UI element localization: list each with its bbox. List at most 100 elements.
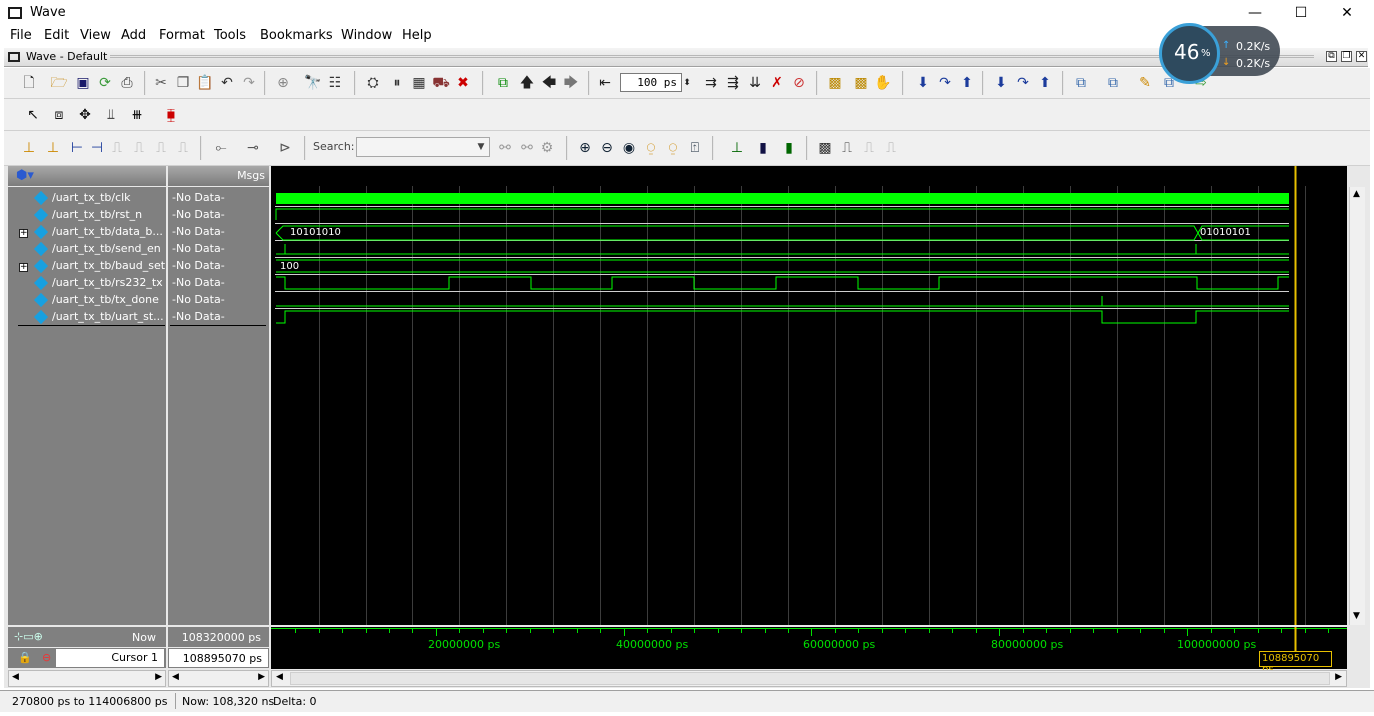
- run-length-spinner-icon[interactable]: ⬍: [682, 74, 692, 92]
- expand-icon[interactable]: +: [19, 263, 28, 272]
- scroll-up-icon[interactable]: ▲: [1353, 189, 1360, 199]
- signal-name[interactable]: /uart_tx_tb/uart_st...: [52, 308, 164, 325]
- pan-mode-icon[interactable]: ✥: [76, 106, 94, 124]
- scroll-right-icon[interactable]: ▶: [155, 672, 162, 682]
- step-into-icon[interactable]: ⬇: [914, 74, 932, 92]
- select-mode-icon[interactable]: ↖: [24, 106, 42, 124]
- next-edge-icon[interactable]: ⊣: [88, 139, 106, 157]
- zoom-cursor-icon[interactable]: ⍜: [642, 139, 660, 157]
- menu-tools[interactable]: Tools: [214, 28, 246, 43]
- find-next-icon[interactable]: ⊸: [244, 139, 262, 157]
- redo-icon[interactable]: ↷: [240, 74, 258, 92]
- search-dropdown-icon[interactable]: ▼: [474, 138, 488, 156]
- simulate-icon[interactable]: ⛭: [364, 74, 382, 92]
- scroll-right-icon[interactable]: ▶: [258, 672, 265, 682]
- run-length-field[interactable]: 100 ps: [620, 73, 682, 92]
- menu-help[interactable]: Help: [402, 28, 432, 43]
- menu-add[interactable]: Add: [121, 28, 146, 43]
- signal-name[interactable]: /uart_tx_tb/baud_set: [52, 257, 165, 274]
- expand-icon[interactable]: +: [19, 229, 28, 238]
- cut-icon[interactable]: ✂: [152, 74, 170, 92]
- cursor-name-box[interactable]: Cursor 1: [56, 649, 164, 667]
- search-down-icon[interactable]: ⚯: [518, 139, 536, 157]
- layout-2-icon[interactable]: ⧉: [1104, 74, 1122, 92]
- signal-name[interactable]: /uart_tx_tb/tx_done: [52, 291, 159, 308]
- signal-filter-icon[interactable]: ⬢▾: [16, 168, 34, 183]
- run-all-icon[interactable]: ⇊: [746, 74, 764, 92]
- zoom-out-icon[interactable]: ⊖: [598, 139, 616, 157]
- waveform-canvas[interactable]: [271, 166, 1347, 625]
- delete-cursor-icon[interactable]: ⊥: [44, 139, 62, 157]
- continue-icon[interactable]: ⇶: [724, 74, 742, 92]
- cursor-time-marker[interactable]: 108895070 ps: [1259, 651, 1332, 675]
- step-over-2-icon[interactable]: ↷: [1014, 74, 1032, 92]
- copy-icon[interactable]: ❐: [174, 74, 192, 92]
- close-button[interactable]: ✕: [1324, 0, 1370, 26]
- prev-rise-icon[interactable]: ⎍: [152, 139, 170, 157]
- scroll-down-icon[interactable]: ▼: [1353, 611, 1360, 621]
- new-file-icon[interactable]: 🗋: [20, 74, 38, 92]
- up-arrow-icon[interactable]: 🡅: [518, 74, 536, 92]
- scroll-left-icon[interactable]: ◀: [276, 672, 283, 682]
- subwindow-close-icon[interactable]: ✕: [1356, 51, 1367, 62]
- maximize-button[interactable]: ☐: [1278, 0, 1324, 26]
- scroll-left-icon[interactable]: ◀: [172, 672, 179, 682]
- next-fall-icon[interactable]: ⎍: [130, 139, 148, 157]
- prev-edge-icon[interactable]: ⊢: [68, 139, 86, 157]
- performance-icon[interactable]: ▩: [826, 74, 844, 92]
- end-sim-icon[interactable]: ✖: [454, 74, 472, 92]
- next-rise-icon[interactable]: ⎍: [174, 139, 192, 157]
- signal-name[interactable]: /uart_tx_tb/rst_n: [52, 206, 142, 223]
- search-binoculars-icon[interactable]: ⚯: [496, 139, 514, 157]
- msgs-hscrollbar[interactable]: ◀ ▶: [168, 670, 269, 687]
- cursor-row-value-cell[interactable]: 108895070 ps: [168, 648, 269, 668]
- find-icon[interactable]: 🔭: [304, 74, 322, 92]
- hand-icon[interactable]: ✋: [874, 74, 892, 92]
- step-out-2-icon[interactable]: ⬆: [1036, 74, 1054, 92]
- wave-style-4-icon[interactable]: ▩: [816, 139, 834, 157]
- format-icon[interactable]: ☷: [326, 74, 344, 92]
- menu-bookmarks[interactable]: Bookmarks: [260, 28, 333, 43]
- restart-icon[interactable]: ⇤: [596, 74, 614, 92]
- scroll-thumb[interactable]: [290, 672, 1330, 685]
- layout-1-icon[interactable]: ⧉: [1072, 74, 1090, 92]
- scroll-left-icon[interactable]: ◀: [12, 672, 19, 682]
- break-icon[interactable]: ⏸: [388, 74, 406, 92]
- wave-style-5-icon[interactable]: ⎍: [838, 139, 856, 157]
- search-settings-icon[interactable]: ⚙: [538, 139, 556, 157]
- run-icon-2[interactable]: ⇉: [702, 74, 720, 92]
- stoplight-icon[interactable]: ⧯: [162, 106, 180, 124]
- wave-style-2-icon[interactable]: ▮: [754, 139, 772, 157]
- signal-name[interactable]: /uart_tx_tb/data_b...: [52, 223, 163, 240]
- cursor-lock-icon[interactable]: 🔒: [18, 651, 32, 664]
- restore-icon[interactable]: ❐: [1341, 51, 1352, 62]
- edit-mode-icon[interactable]: ⫫: [102, 106, 120, 124]
- zoom-mode-icon[interactable]: ⧈: [50, 106, 68, 124]
- run-icon[interactable]: ⧉: [494, 74, 512, 92]
- find-options-icon[interactable]: ⊳: [276, 139, 294, 157]
- left-arrow-icon[interactable]: 🡄: [540, 74, 558, 92]
- menu-window[interactable]: Window: [341, 28, 392, 43]
- undo-icon[interactable]: ↶: [218, 74, 236, 92]
- break-sim-icon[interactable]: ✗: [768, 74, 786, 92]
- wave-edit-icon[interactable]: ⧻: [128, 106, 146, 124]
- wave-style-7-icon[interactable]: ⎍: [882, 139, 900, 157]
- wave-style-6-icon[interactable]: ⎍: [860, 139, 878, 157]
- right-arrow-icon[interactable]: 🡆: [562, 74, 580, 92]
- print-icon[interactable]: ⎙: [118, 74, 136, 92]
- coverage-icon[interactable]: ▩: [852, 74, 870, 92]
- menu-edit[interactable]: Edit: [44, 28, 69, 43]
- names-hscrollbar[interactable]: ◀ ▶: [8, 670, 166, 687]
- minimize-button[interactable]: —: [1232, 0, 1278, 26]
- menu-format[interactable]: Format: [159, 28, 205, 43]
- signal-name[interactable]: /uart_tx_tb/rs232_tx: [52, 274, 163, 291]
- paste-icon[interactable]: 📋: [196, 74, 214, 92]
- signal-name[interactable]: /uart_tx_tb/clk: [52, 189, 131, 206]
- vertical-scrollbar[interactable]: ▲ ▼: [1349, 187, 1365, 625]
- zoom-range-icon[interactable]: ⍜: [664, 139, 682, 157]
- menu-view[interactable]: View: [80, 28, 111, 43]
- layout-3-icon[interactable]: ✎: [1136, 74, 1154, 92]
- step-over-icon[interactable]: ↷: [936, 74, 954, 92]
- step-out-icon[interactable]: ⬆: [958, 74, 976, 92]
- search-input[interactable]: [356, 137, 490, 157]
